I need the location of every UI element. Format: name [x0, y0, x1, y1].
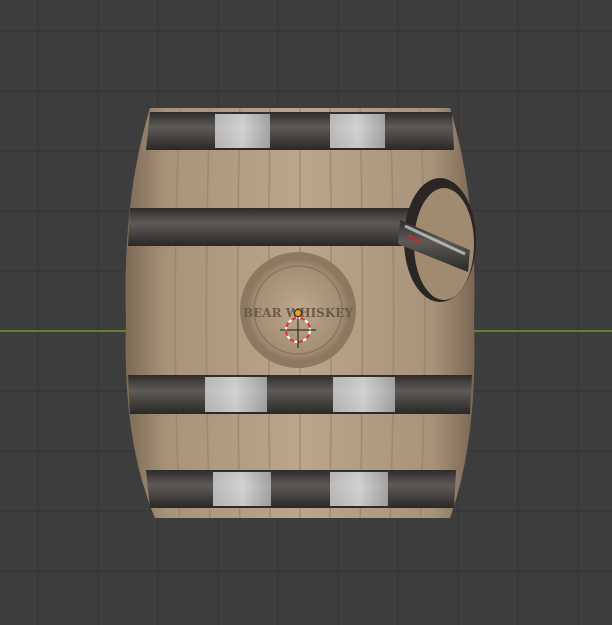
- barrel-band-bottom: [146, 470, 456, 508]
- object-origin-dot[interactable]: [294, 309, 302, 317]
- barrel-band-lower: [128, 375, 472, 414]
- barrel-band-top: [146, 112, 454, 150]
- 3d-viewport[interactable]: BEAR WHISKEY: [0, 0, 612, 625]
